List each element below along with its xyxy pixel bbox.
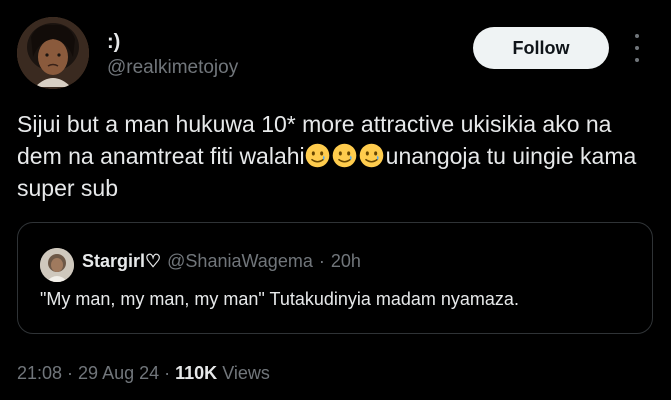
quoted-tweet-text: "My man, my man, my man" Tutakudinyia ma… (40, 289, 519, 309)
follow-button[interactable]: Follow (473, 27, 609, 69)
author-avatar[interactable] (17, 17, 89, 89)
quoted-tweet-header: Stargirl♡ @ShaniaWagema · 20h (82, 251, 361, 272)
author-avatar-image (17, 17, 89, 89)
tweet-meta: 21:08 · 29 Aug 24 · 110K Views (17, 363, 270, 384)
dot (635, 46, 639, 50)
separator-dot: · (67, 363, 74, 383)
quoted-tweet-card[interactable]: Stargirl♡ @ShaniaWagema · 20h "My man, m… (17, 222, 653, 334)
smiling-face-with-tear-icon (359, 143, 383, 168)
tweet-text: Sijui but a man hukuwa 10* more attracti… (17, 108, 657, 204)
quoted-handle[interactable]: @ShaniaWagema (167, 251, 313, 272)
views-label: Views (222, 363, 270, 383)
smiling-face-with-tear-icon (305, 143, 329, 168)
author-names: :) @realkimetojoy (107, 30, 238, 80)
quoted-time[interactable]: 20h (331, 251, 361, 272)
more-options-icon[interactable] (630, 34, 644, 62)
separator-dot: · (318, 251, 325, 271)
quoted-author-avatar-image (40, 248, 74, 282)
views-count[interactable]: 110K (175, 363, 217, 384)
emoji-group (305, 143, 386, 169)
dot (635, 34, 639, 38)
smiling-face-with-tear-icon (332, 143, 356, 168)
quoted-author-avatar[interactable] (40, 248, 74, 282)
tweet-header: :) @realkimetojoy Follow (0, 0, 671, 100)
quoted-display-name[interactable]: Stargirl♡ (82, 251, 161, 272)
dot (635, 58, 639, 62)
tweet-date[interactable]: 29 Aug 24 (78, 363, 159, 384)
author-handle[interactable]: @realkimetojoy (107, 56, 238, 80)
tweet-time[interactable]: 21:08 (17, 363, 62, 384)
author-display-name[interactable]: :) (107, 30, 238, 54)
separator-dot: · (164, 363, 171, 383)
